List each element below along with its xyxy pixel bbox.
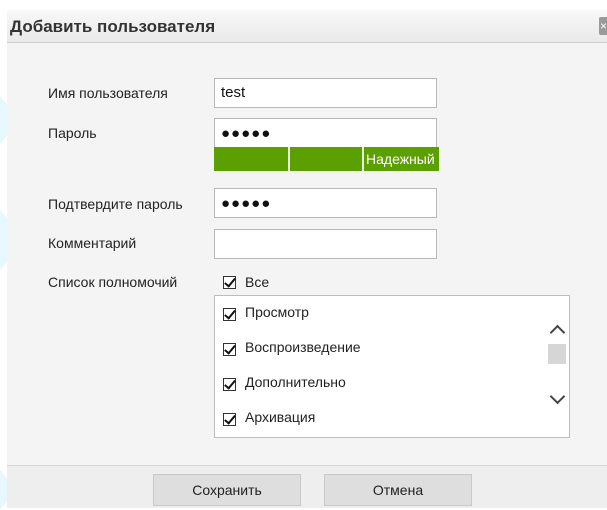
- list-item[interactable]: Дополнительно: [215, 368, 535, 398]
- permission-label: Дополнительно: [245, 374, 346, 390]
- dialog-body: Имя пользователя test Пароль ●●●●● Надеж…: [7, 43, 607, 465]
- dialog-titlebar: Добавить пользователя ×: [7, 10, 607, 43]
- password-field[interactable]: ●●●●●: [214, 118, 437, 148]
- confirm-password-value: ●●●●●: [221, 195, 272, 212]
- permission-label: Архивация: [245, 409, 316, 425]
- username-label: Имя пользователя: [48, 85, 168, 101]
- save-button[interactable]: Сохранить: [153, 474, 301, 506]
- strength-segment: [214, 147, 290, 171]
- password-value: ●●●●●: [221, 125, 272, 142]
- confirm-password-label: Подтвердите пароль: [48, 196, 183, 212]
- strength-label: Надежный: [366, 151, 435, 167]
- checkbox-checked-icon[interactable]: [223, 343, 236, 356]
- close-icon[interactable]: ×: [599, 17, 607, 35]
- permission-label: Воспроизведение: [245, 339, 361, 355]
- chevron-up-icon[interactable]: [549, 324, 566, 341]
- permissions-label: Список полномочий: [48, 274, 178, 290]
- permission-label: Просмотр: [245, 304, 309, 320]
- password-strength-meter: Надежный: [214, 147, 439, 171]
- dialog-footer: Сохранить Отмена: [7, 465, 607, 508]
- chevron-down-icon[interactable]: [549, 388, 566, 405]
- list-item[interactable]: Архивация: [215, 403, 535, 433]
- checkbox-checked-icon[interactable]: [223, 308, 236, 321]
- list-item[interactable]: Воспроизведение: [215, 333, 535, 363]
- checkbox-checked-icon[interactable]: [223, 378, 236, 391]
- dialog-title: Добавить пользователя: [10, 17, 216, 36]
- strength-segment: [290, 147, 364, 171]
- username-value: test: [221, 84, 246, 101]
- all-permissions-label: Все: [245, 274, 270, 290]
- list-scrollbar[interactable]: [545, 296, 569, 437]
- username-field[interactable]: test: [214, 78, 437, 108]
- checkbox-checked-icon[interactable]: [223, 413, 236, 426]
- comment-label: Комментарий: [48, 235, 137, 251]
- password-label: Пароль: [48, 125, 97, 141]
- confirm-password-field[interactable]: ●●●●●: [214, 188, 437, 218]
- strength-segment: Надежный: [364, 147, 439, 171]
- comment-field[interactable]: [214, 229, 437, 259]
- checkbox-checked-icon[interactable]: [223, 276, 236, 289]
- list-item[interactable]: Просмотр: [215, 298, 535, 328]
- add-user-dialog: Добавить пользователя × Имя пользователя…: [7, 10, 607, 508]
- permissions-list[interactable]: Просмотр Воспроизведение Дополнительно А…: [214, 295, 570, 438]
- scrollbar-thumb[interactable]: [548, 344, 566, 364]
- cancel-button[interactable]: Отмена: [324, 474, 472, 506]
